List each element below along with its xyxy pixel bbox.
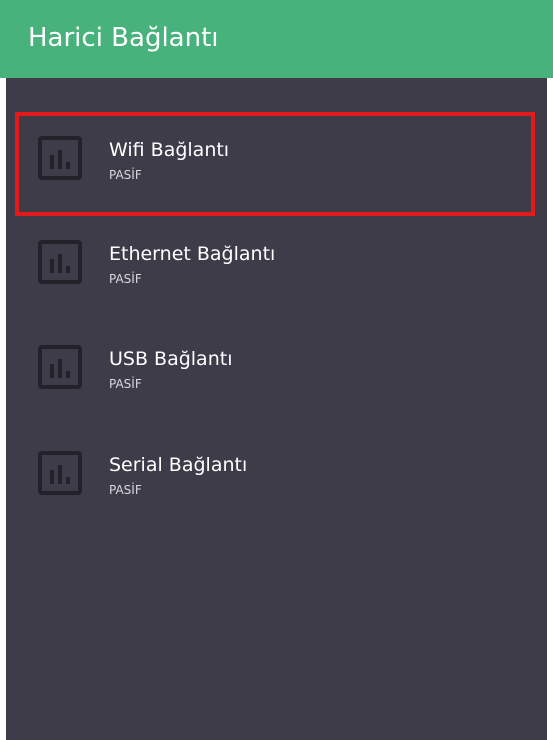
connection-title: Serial Bağlantı	[109, 454, 248, 476]
page-title: Harici Bağlantı	[28, 23, 219, 53]
connection-item-wifi[interactable]: Wifi Bağlantı PASİF	[15, 112, 535, 216]
app-bar: Harici Bağlantı	[0, 0, 553, 78]
connection-status: PASİF	[109, 483, 142, 497]
screen: Harici Bağlantı Wifi Bağlantı PASİF Ethe…	[0, 0, 553, 740]
connection-status: PASİF	[109, 168, 142, 182]
connection-status: PASİF	[109, 377, 142, 391]
connection-title: USB Bağlantı	[109, 348, 233, 370]
bar-chart-icon	[38, 136, 82, 180]
bar-chart-icon	[38, 451, 82, 495]
connection-list: Wifi Bağlantı PASİF Ethernet Bağlantı PA…	[6, 78, 547, 740]
connection-title: Wifi Bağlantı	[109, 139, 230, 161]
connection-item-usb[interactable]: USB Bağlantı PASİF	[6, 321, 547, 425]
connection-item-ethernet[interactable]: Ethernet Bağlantı PASİF	[6, 216, 547, 320]
connection-item-serial[interactable]: Serial Bağlantı PASİF	[6, 427, 547, 531]
bar-chart-icon	[38, 240, 82, 284]
bar-chart-icon	[38, 345, 82, 389]
connection-title: Ethernet Bağlantı	[109, 243, 276, 265]
connection-status: PASİF	[109, 272, 142, 286]
